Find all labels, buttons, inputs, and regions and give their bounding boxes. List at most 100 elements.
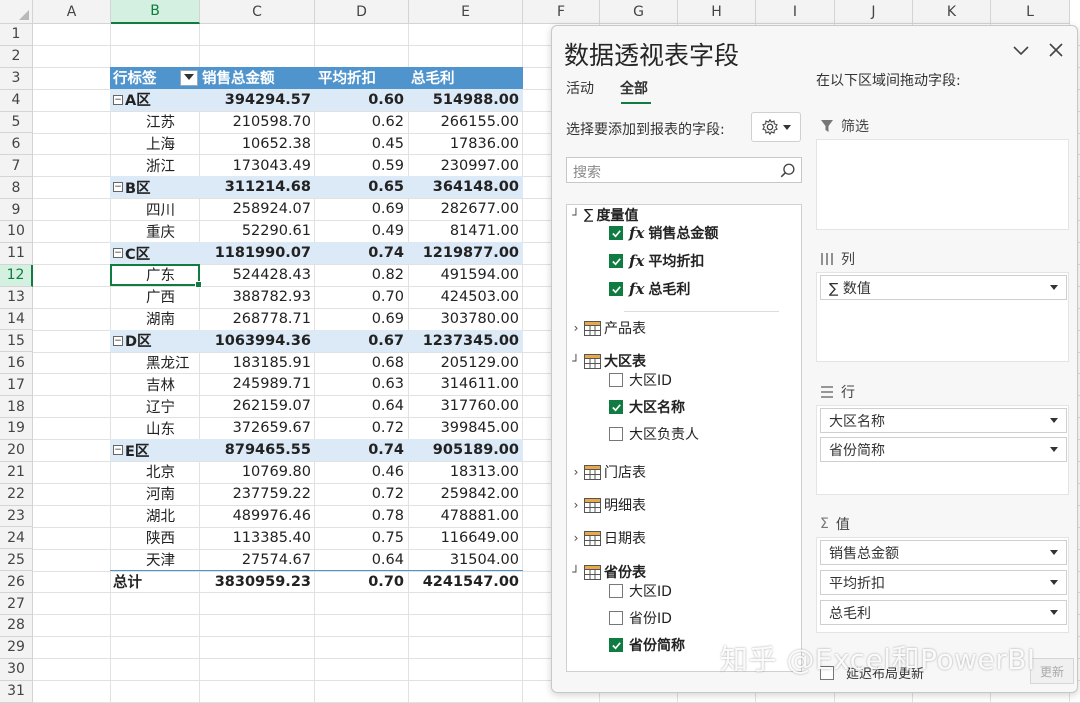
filter-dropdown-icon[interactable]	[180, 69, 198, 86]
row-header-9[interactable]: 9	[0, 199, 33, 222]
column-header-c[interactable]: C	[200, 0, 315, 24]
chevron-down-icon[interactable]	[1050, 610, 1058, 615]
pivot-group-row[interactable]: − A区 394294.57 0.60 514988.00	[110, 88, 523, 111]
checkbox-empty-icon[interactable]	[609, 373, 623, 387]
row-header-28[interactable]: 28	[0, 615, 33, 637]
row-header-24[interactable]: 24	[0, 527, 33, 550]
values-pill-sales[interactable]: 销售总金额	[820, 540, 1067, 565]
row-header-29[interactable]: 29	[0, 636, 33, 659]
expand-icon[interactable]: ›	[571, 465, 581, 479]
column-header-k[interactable]: K	[913, 0, 991, 24]
row-header-27[interactable]: 27	[0, 593, 33, 616]
row-header-11[interactable]: 11	[0, 242, 33, 265]
column-header-a[interactable]: A	[33, 0, 111, 24]
column-header-d[interactable]: D	[315, 0, 409, 24]
pivot-child-row[interactable]: 重庆 52290.61 0.49 81471.00	[110, 220, 523, 242]
checkbox-empty-icon[interactable]	[609, 611, 623, 625]
collapse-minus-icon[interactable]: −	[113, 182, 123, 193]
pivot-group-row[interactable]: − B区 311214.68 0.65 364148.00	[110, 176, 523, 199]
field-table-store[interactable]: › 门店表	[571, 462, 646, 482]
chevron-down-icon[interactable]	[1050, 418, 1058, 423]
pivot-child-row[interactable]: 天津 27574.67 0.64 31504.00	[110, 549, 523, 571]
columns-pill-values[interactable]: ∑ 数值	[820, 275, 1067, 300]
rows-pill-region[interactable]: 大区名称	[820, 408, 1067, 433]
row-header-13[interactable]: 13	[0, 286, 33, 309]
columns-area[interactable]: ∑ 数值	[816, 272, 1069, 362]
pivot-child-row[interactable]: 四川 258924.07 0.69 282677.00	[110, 198, 523, 220]
row-header-8[interactable]: 8	[0, 177, 33, 200]
field-region-name[interactable]: 大区名称	[609, 397, 685, 417]
row-header-25[interactable]: 25	[0, 549, 33, 572]
pivot-child-row[interactable]: 江苏 210598.70 0.62 266155.00	[110, 111, 523, 133]
column-header-g[interactable]: G	[600, 0, 678, 24]
chevron-down-icon[interactable]	[1050, 580, 1058, 585]
checkbox-empty-icon[interactable]	[609, 584, 623, 598]
field-table-product[interactable]: › 产品表	[571, 318, 646, 338]
row-header-22[interactable]: 22	[0, 483, 33, 506]
field-table-region[interactable]: ┘ 大区表	[571, 351, 646, 371]
field-region-id[interactable]: 大区ID	[609, 370, 672, 390]
row-header-26[interactable]: 26	[0, 571, 33, 594]
row-header-10[interactable]: 10	[0, 221, 33, 243]
column-header-h[interactable]: H	[678, 0, 756, 24]
row-header-17[interactable]: 17	[0, 374, 33, 397]
chevron-down-icon[interactable]	[1050, 447, 1058, 452]
field-region-owner[interactable]: 大区负责人	[609, 424, 699, 444]
row-header-30[interactable]: 30	[0, 658, 33, 681]
row-header-3[interactable]: 3	[0, 67, 33, 90]
collapse-icon[interactable]: ┘	[571, 354, 581, 368]
pivot-group-row[interactable]: − E区 879465.55 0.74 905189.00	[110, 439, 523, 462]
tools-button[interactable]	[751, 112, 801, 142]
row-header-1[interactable]: 1	[0, 24, 33, 46]
row-header-23[interactable]: 23	[0, 505, 33, 528]
chevron-down-icon[interactable]	[1050, 285, 1058, 290]
pivot-child-row[interactable]: 山东 372659.67 0.72 399845.00	[110, 417, 523, 439]
field-sales-total[interactable]: fx 销售总金额	[609, 223, 718, 243]
row-header-18[interactable]: 18	[0, 396, 33, 419]
pivot-child-row[interactable]: 广西 388782.93 0.70 424503.00	[110, 286, 523, 308]
checkbox-checked-icon[interactable]	[609, 254, 623, 268]
rows-pill-province[interactable]: 省份简称	[820, 437, 1067, 462]
pivot-child-row[interactable]: 吉林 245989.71 0.63 314611.00	[110, 373, 523, 395]
field-table-date[interactable]: › 日期表	[571, 528, 646, 548]
expand-icon[interactable]: ›	[571, 531, 581, 545]
collapse-minus-icon[interactable]: −	[113, 335, 123, 346]
row-header-31[interactable]: 31	[0, 680, 33, 703]
pivot-child-row[interactable]: 湖南 268778.71 0.69 303780.00	[110, 308, 523, 330]
row-header-14[interactable]: 14	[0, 308, 33, 331]
field-province-region-id[interactable]: 大区ID	[609, 581, 672, 601]
row-header-6[interactable]: 6	[0, 133, 33, 156]
pivot-child-row[interactable]: 河南 237759.22 0.72 259842.00	[110, 483, 523, 505]
field-table-province[interactable]: ┘ 省份表	[571, 562, 646, 582]
values-pill-profit[interactable]: 总毛利	[820, 600, 1067, 625]
close-icon[interactable]	[1046, 40, 1066, 60]
row-header-4[interactable]: 4	[0, 89, 33, 112]
values-area[interactable]: 销售总金额 平均折扣 总毛利	[816, 537, 1069, 633]
row-header-20[interactable]: 20	[0, 439, 33, 462]
pivot-child-row[interactable]: 陕西 113385.40 0.75 116649.00	[110, 527, 523, 549]
pivot-group-row[interactable]: − D区 1063994.36 0.67 1237345.00	[110, 329, 523, 352]
search-icon[interactable]	[779, 162, 797, 180]
column-header-e[interactable]: E	[409, 0, 523, 24]
pivot-group-row[interactable]: − C区 1181990.07 0.74 1219877.00	[110, 242, 523, 265]
row-header-15[interactable]: 15	[0, 330, 33, 353]
field-list[interactable]: ┘ ∑ 度量值 fx 销售总金额 fx 平均折扣 fx 总毛利 › 产品表 ┘	[566, 204, 802, 672]
row-header-16[interactable]: 16	[0, 352, 33, 375]
row-header-21[interactable]: 21	[0, 461, 33, 484]
checkbox-empty-icon[interactable]	[609, 427, 623, 441]
checkbox-checked-icon[interactable]	[609, 638, 623, 652]
column-header-b[interactable]: B	[111, 0, 200, 24]
pivot-child-row[interactable]: 浙江 173043.49 0.59 230997.00	[110, 155, 523, 177]
select-all-corner[interactable]	[0, 0, 33, 24]
collapse-minus-icon[interactable]: −	[113, 94, 123, 105]
tab-active[interactable]: 活动	[566, 78, 594, 98]
row-header-2[interactable]: 2	[0, 45, 33, 68]
field-table-detail[interactable]: › 明细表	[571, 495, 646, 515]
checkbox-checked-icon[interactable]	[609, 226, 623, 240]
collapse-minus-icon[interactable]: −	[113, 248, 123, 259]
pivot-child-row[interactable]: 上海 10652.38 0.45 17836.00	[110, 133, 523, 155]
column-header-j[interactable]: J	[835, 0, 913, 24]
column-header-l[interactable]: L	[991, 0, 1070, 24]
chevron-down-icon[interactable]	[1050, 550, 1058, 555]
tab-all[interactable]: 全部	[620, 78, 648, 98]
